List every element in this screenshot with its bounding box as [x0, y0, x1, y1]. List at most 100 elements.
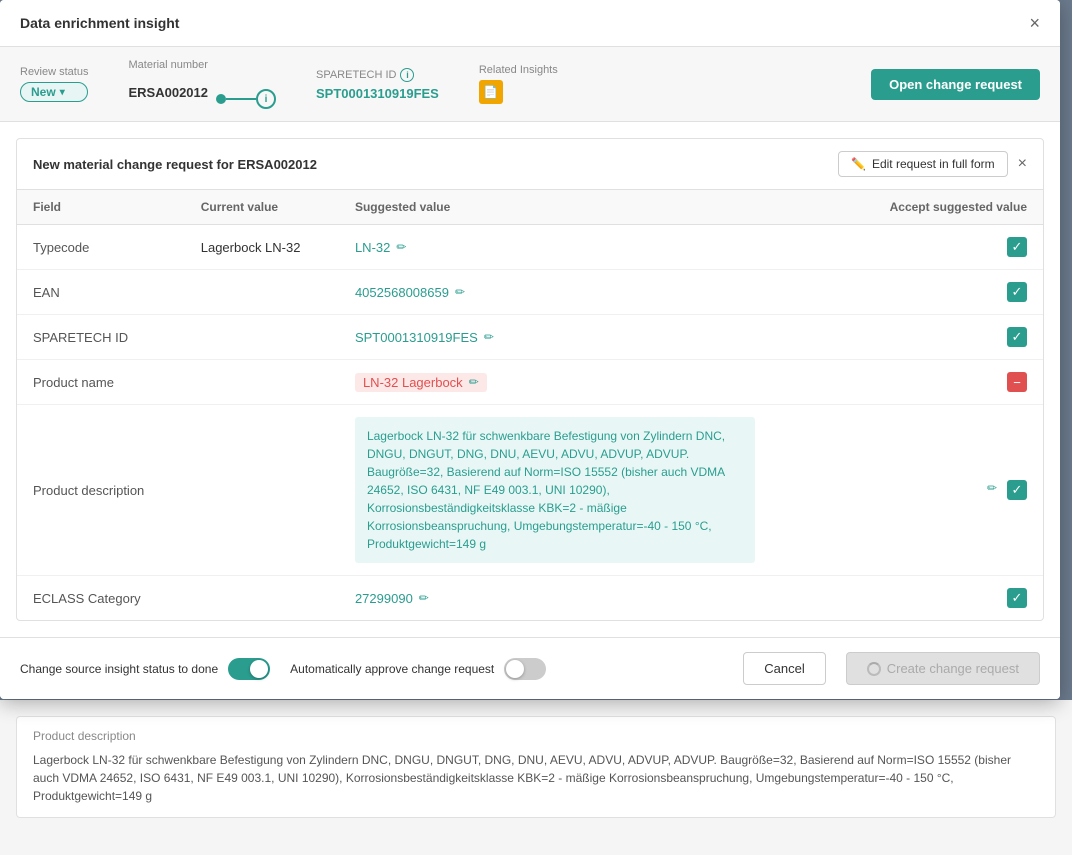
review-status-badge[interactable]: New ▾ — [20, 82, 88, 102]
edit-icon-5[interactable]: ✏ — [419, 591, 429, 605]
bg-field-label: Product description — [33, 729, 1039, 743]
table-row: TypecodeLagerbock LN-32 LN-32✏ ✓ — [17, 225, 1043, 270]
cell-current-0: Lagerbock LN-32 — [185, 225, 339, 270]
table-row: Product description Lagerbock LN-32 für s… — [17, 405, 1043, 576]
cell-accept-3[interactable]: − — [845, 360, 1043, 405]
bg-field-text: Lagerbock LN-32 für schwenkbare Befestig… — [33, 751, 1039, 805]
open-change-request-button[interactable]: Open change request — [871, 69, 1040, 100]
suggested-value-highlighted-3: LN-32 Lagerbock✏ — [355, 373, 487, 392]
inner-panel-title: New material change request for ERSA0020… — [33, 157, 317, 172]
cell-field-2: SPARETECH ID — [17, 315, 185, 360]
cell-accept-5[interactable]: ✓ — [845, 576, 1043, 621]
col-field: Field — [17, 190, 185, 225]
toggle1-switch[interactable] — [228, 658, 270, 680]
cell-current-1 — [185, 270, 339, 315]
modal-close-button[interactable]: × — [1029, 14, 1040, 32]
create-change-request-button: Create change request — [846, 652, 1040, 685]
suggested-value-desc-4: Lagerbock LN-32 für schwenkbare Befestig… — [355, 417, 755, 563]
cell-accept-2[interactable]: ✓ — [845, 315, 1043, 360]
cell-current-2 — [185, 315, 339, 360]
suggested-value-1: 4052568008659✏ — [355, 285, 829, 300]
modal-header: Data enrichment insight × — [0, 0, 1060, 47]
cell-accept-0[interactable]: ✓ — [845, 225, 1043, 270]
col-current-value: Current value — [185, 190, 339, 225]
inner-panel: New material change request for ERSA0020… — [16, 138, 1044, 621]
cell-suggested-0: LN-32✏ — [339, 225, 845, 270]
material-number-value: ERSA002012 — [128, 85, 208, 100]
chevron-down-icon: ▾ — [60, 87, 65, 98]
cell-suggested-1: 4052568008659✏ — [339, 270, 845, 315]
checkbox-checked-0[interactable]: ✓ — [1007, 237, 1027, 257]
cell-field-0: Typecode — [17, 225, 185, 270]
cell-field-1: EAN — [17, 270, 185, 315]
checkbox-checked-4[interactable]: ✓ — [1007, 480, 1027, 500]
table-header-row: Field Current value Suggested value Acce… — [17, 190, 1043, 225]
material-number-label: Material number — [128, 59, 276, 71]
toggle2-group: Automatically approve change request — [290, 658, 546, 680]
toggle2-thumb — [506, 660, 524, 678]
cell-suggested-4: Lagerbock LN-32 für schwenkbare Befestig… — [339, 405, 845, 576]
related-insights-icon[interactable]: 📄 — [479, 80, 503, 104]
table-row: ECLASS Category 27299090✏ ✓ — [17, 576, 1043, 621]
cell-current-5 — [185, 576, 339, 621]
inner-panel-actions: ✏️ Edit request in full form × — [838, 151, 1027, 177]
cell-current-3 — [185, 360, 339, 405]
cell-suggested-2: SPT0001310919FES✏ — [339, 315, 845, 360]
page-root: Product description Lagerbock LN-32 für … — [0, 0, 1072, 855]
cell-current-4 — [185, 405, 339, 576]
connector-dash — [226, 98, 256, 100]
info-icon: i — [400, 68, 414, 82]
suggested-value-0: LN-32✏ — [355, 240, 829, 255]
inner-panel-header: New material change request for ERSA0020… — [17, 139, 1043, 190]
edit-request-label: Edit request in full form — [872, 157, 995, 171]
checkbox-checked-1[interactable]: ✓ — [1007, 282, 1027, 302]
table-row: SPARETECH ID SPT0001310919FES✏ ✓ — [17, 315, 1043, 360]
toggle2-track — [504, 658, 546, 680]
sparetech-id-value: SPT0001310919FES — [316, 86, 439, 101]
edit-icon-desc-4[interactable]: ✏ — [987, 481, 997, 495]
connector-circle: i — [256, 89, 276, 109]
cell-field-3: Product name — [17, 360, 185, 405]
cell-field-4: Product description — [17, 405, 185, 576]
suggested-value-2: SPT0001310919FES✏ — [355, 330, 829, 345]
review-status-group: Review status New ▾ — [20, 66, 88, 102]
col-suggested-value: Suggested value — [339, 190, 845, 225]
edit-icon-1[interactable]: ✏ — [455, 285, 465, 299]
modal-footer: Change source insight status to done Aut… — [0, 637, 1060, 699]
status-bar: Review status New ▾ Material number ERSA… — [0, 47, 1060, 122]
review-status-value: New — [31, 85, 56, 99]
checkbox-checked-5[interactable]: ✓ — [1007, 588, 1027, 608]
edit-request-button[interactable]: ✏️ Edit request in full form — [838, 151, 1008, 177]
toggle1-label: Change source insight status to done — [20, 662, 218, 676]
modal-title: Data enrichment insight — [20, 15, 179, 31]
edit-icon-2[interactable]: ✏ — [484, 330, 494, 344]
edit-icon-3[interactable]: ✏ — [469, 375, 479, 389]
spinner-icon — [867, 662, 881, 676]
review-status-label: Review status — [20, 66, 88, 78]
sparetech-id-label: SPARETECH ID — [316, 69, 396, 81]
col-accept: Accept suggested value — [845, 190, 1043, 225]
cell-field-5: ECLASS Category — [17, 576, 185, 621]
cell-suggested-3: LN-32 Lagerbock✏ — [339, 360, 845, 405]
cell-accept-1[interactable]: ✓ — [845, 270, 1043, 315]
cell-suggested-5: 27299090✏ — [339, 576, 845, 621]
inner-panel-close-button[interactable]: × — [1018, 155, 1027, 173]
toggle1-track — [228, 658, 270, 680]
suggested-value-5: 27299090✏ — [355, 591, 829, 606]
cancel-button[interactable]: Cancel — [743, 652, 825, 685]
related-insights-group: Related Insights 📄 — [479, 64, 558, 104]
checkbox-minus-3[interactable]: − — [1007, 372, 1027, 392]
pencil-icon: ✏️ — [851, 157, 866, 171]
cell-accept-4[interactable]: ✏✓ — [845, 405, 1043, 576]
edit-icon-0[interactable]: ✏ — [396, 240, 406, 254]
toggle1-group: Change source insight status to done — [20, 658, 270, 680]
material-number-group: Material number ERSA002012 i — [128, 59, 276, 109]
background-panel: Product description Lagerbock LN-32 für … — [0, 700, 1072, 855]
connector-dot-left — [216, 94, 226, 104]
create-button-label: Create change request — [887, 661, 1019, 676]
table-row: EAN 4052568008659✏ ✓ — [17, 270, 1043, 315]
toggle2-switch[interactable] — [504, 658, 546, 680]
main-modal: Data enrichment insight × Review status … — [0, 0, 1060, 699]
checkbox-checked-2[interactable]: ✓ — [1007, 327, 1027, 347]
toggle1-thumb — [250, 660, 268, 678]
